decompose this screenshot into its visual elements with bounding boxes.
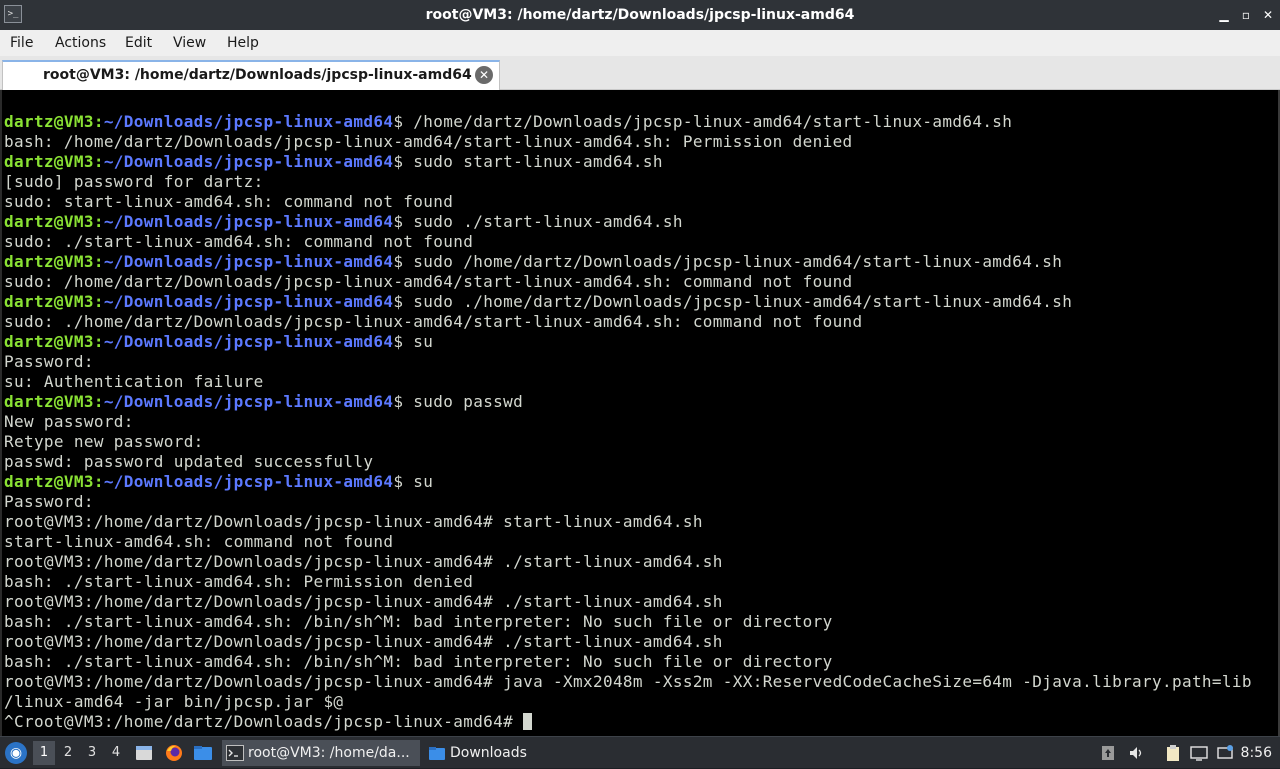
task-terminal[interactable]: root@VM3: /home/da... <box>222 740 420 766</box>
terminal-prompt-line: dartz@VM3:~/Downloads/jpcsp-linux-amd64$… <box>4 152 1278 172</box>
menu-view[interactable]: View <box>169 30 210 56</box>
terminal-icon <box>226 745 244 761</box>
terminal-output-line: start-linux-amd64.sh: command not found <box>4 532 394 551</box>
menu-actions[interactable]: Actions <box>51 30 110 56</box>
terminal-output-line: Retype new password: <box>4 432 204 451</box>
terminal-prompt-line: dartz@VM3:~/Downloads/jpcsp-linux-amd64$… <box>4 292 1278 312</box>
title-bar[interactable]: >_ root@VM3: /home/dartz/Downloads/jpcsp… <box>0 0 1280 30</box>
close-button[interactable]: ✕ <box>1258 5 1278 25</box>
window-title: root@VM3: /home/dartz/Downloads/jpcsp-li… <box>425 7 855 23</box>
workspace-3[interactable]: 3 <box>81 741 103 765</box>
terminal-output-line: bash: ./start-linux-amd64.sh: /bin/sh^M:… <box>4 612 833 631</box>
terminal-output-line: su: Authentication failure <box>4 372 264 391</box>
display-icon[interactable] <box>1190 744 1208 762</box>
prompt-user-host: dartz@VM3: <box>4 292 104 311</box>
terminal-output-line: passwd: password updated successfully <box>4 452 374 471</box>
menu-file[interactable]: File <box>6 30 37 56</box>
terminal-output-line: bash: ./start-linux-amd64.sh: /bin/sh^M:… <box>4 652 833 671</box>
prompt-command: $ su <box>393 472 434 491</box>
terminal-prompt-line: dartz@VM3:~/Downloads/jpcsp-linux-amd64$… <box>4 112 1278 132</box>
taskbar: ◉ 1 2 3 4 root@VM3: /home/da... Download… <box>0 736 1280 768</box>
terminal-output-line: New password: <box>4 412 134 431</box>
task-downloads[interactable]: Downloads <box>424 740 574 766</box>
prompt-command: $ sudo passwd <box>393 392 524 411</box>
prompt-path: ~/Downloads/jpcsp-linux-amd64 <box>103 152 394 171</box>
terminal-window: >_ root@VM3: /home/dartz/Downloads/jpcsp… <box>0 0 1280 736</box>
maximize-button[interactable]: ▫ <box>1236 5 1256 25</box>
prompt-path: ~/Downloads/jpcsp-linux-amd64 <box>103 292 394 311</box>
tab-bar: root@VM3: /home/dartz/Downloads/jpcsp-li… <box>0 56 1280 90</box>
prompt-path: ~/Downloads/jpcsp-linux-amd64 <box>103 252 394 271</box>
terminal-prompt-line: dartz@VM3:~/Downloads/jpcsp-linux-amd64$… <box>4 252 1278 272</box>
prompt-path: ~/Downloads/jpcsp-linux-amd64 <box>103 332 394 351</box>
file-manager-icon[interactable] <box>193 743 213 763</box>
terminal-output-line: root@VM3:/home/dartz/Downloads/jpcsp-lin… <box>4 632 723 651</box>
prompt-command: $ sudo ./start-linux-amd64.sh <box>393 212 683 231</box>
tray-updates-icon[interactable] <box>1099 744 1117 762</box>
prompt-command: $ /home/dartz/Downloads/jpcsp-linux-amd6… <box>393 112 1013 131</box>
terminal-output-line: bash: ./start-linux-amd64.sh: Permission… <box>4 572 474 591</box>
terminal-prompt-line: dartz@VM3:~/Downloads/jpcsp-linux-amd64$… <box>4 392 1278 412</box>
prompt-user-host: dartz@VM3: <box>4 252 104 271</box>
terminal-prompt-line: dartz@VM3:~/Downloads/jpcsp-linux-amd64$… <box>4 332 1278 352</box>
terminal-prompt-line: dartz@VM3:~/Downloads/jpcsp-linux-amd64$… <box>4 472 1278 492</box>
prompt-user-host: dartz@VM3: <box>4 332 104 351</box>
prompt-command: $ sudo ./home/dartz/Downloads/jpcsp-linu… <box>393 292 1073 311</box>
terminal-output-line: bash: /home/dartz/Downloads/jpcsp-linux-… <box>4 132 853 151</box>
terminal-output-line: [sudo] password for dartz: <box>4 172 264 191</box>
prompt-path: ~/Downloads/jpcsp-linux-amd64 <box>103 112 394 131</box>
text-cursor[interactable] <box>523 713 533 730</box>
prompt-user-host: dartz@VM3: <box>4 472 104 491</box>
terminal-lines: dartz@VM3:~/Downloads/jpcsp-linux-amd64$… <box>4 112 1278 732</box>
current-prompt: ^Croot@VM3:/home/dartz/Downloads/jpcsp-l… <box>4 712 524 731</box>
menu-bar: File Actions Edit View Help <box>0 30 1280 56</box>
terminal-output[interactable]: dartz@VM3:~/Downloads/jpcsp-linux-amd64$… <box>0 90 1280 736</box>
workspace-2[interactable]: 2 <box>57 741 79 765</box>
task-terminal-label: root@VM3: /home/da... <box>248 745 410 761</box>
terminal-output-line: sudo: start-linux-amd64.sh: command not … <box>4 192 454 211</box>
firefox-icon[interactable] <box>164 743 184 763</box>
menu-edit[interactable]: Edit <box>121 30 156 56</box>
prompt-command: $ sudo start-linux-amd64.sh <box>393 152 663 171</box>
show-desktop-icon[interactable] <box>134 743 154 763</box>
terminal-output-line: Password: <box>4 492 94 511</box>
terminal-output-line: root@VM3:/home/dartz/Downloads/jpcsp-lin… <box>4 592 723 611</box>
tab-terminal[interactable]: root@VM3: /home/dartz/Downloads/jpcsp-li… <box>2 60 500 90</box>
prompt-user-host: dartz@VM3: <box>4 212 104 231</box>
terminal-output-line: /linux-amd64 -jar bin/jpcsp.jar $@ <box>4 692 344 711</box>
clipboard-icon[interactable] <box>1164 744 1182 762</box>
tab-close-icon[interactable]: ✕ <box>475 66 493 84</box>
folder-icon <box>429 747 445 760</box>
terminal-output-line: root@VM3:/home/dartz/Downloads/jpcsp-lin… <box>4 512 703 531</box>
prompt-path: ~/Downloads/jpcsp-linux-amd64 <box>103 472 394 491</box>
terminal-output-line: sudo: ./home/dartz/Downloads/jpcsp-linux… <box>4 312 863 331</box>
prompt-path: ~/Downloads/jpcsp-linux-amd64 <box>103 212 394 231</box>
workspace-4[interactable]: 4 <box>105 741 127 765</box>
prompt-user-host: dartz@VM3: <box>4 152 104 171</box>
prompt-user-host: dartz@VM3: <box>4 392 104 411</box>
task-downloads-label: Downloads <box>450 745 527 761</box>
prompt-command: $ sudo /home/dartz/Downloads/jpcsp-linux… <box>393 252 1063 271</box>
terminal-output-line: Password: <box>4 352 94 371</box>
menu-help[interactable]: Help <box>223 30 263 56</box>
prompt-user-host: dartz@VM3: <box>4 112 104 131</box>
terminal-output-line: sudo: /home/dartz/Downloads/jpcsp-linux-… <box>4 272 853 291</box>
prompt-command: $ su <box>393 332 434 351</box>
tab-label: root@VM3: /home/dartz/Downloads/jpcsp-li… <box>43 67 472 83</box>
terminal-output-line: root@VM3:/home/dartz/Downloads/jpcsp-lin… <box>4 672 1252 691</box>
prompt-path: ~/Downloads/jpcsp-linux-amd64 <box>103 392 394 411</box>
workspace-1[interactable]: 1 <box>33 741 55 765</box>
terminal-output-line: root@VM3:/home/dartz/Downloads/jpcsp-lin… <box>4 552 723 571</box>
terminal-prompt-line: dartz@VM3:~/Downloads/jpcsp-linux-amd64$… <box>4 212 1278 232</box>
clock: 8:56 <box>1240 745 1272 761</box>
terminal-output-line: ^Croot@VM3:/home/dartz/Downloads/jpcsp-l… <box>4 712 1278 732</box>
minimize-button[interactable]: ▁ <box>1214 5 1234 25</box>
start-menu-icon[interactable]: ◉ <box>5 742 27 764</box>
volume-icon[interactable] <box>1127 744 1145 762</box>
network-icon[interactable] <box>1216 744 1234 762</box>
terminal-output-line: sudo: ./start-linux-amd64.sh: command no… <box>4 232 474 251</box>
